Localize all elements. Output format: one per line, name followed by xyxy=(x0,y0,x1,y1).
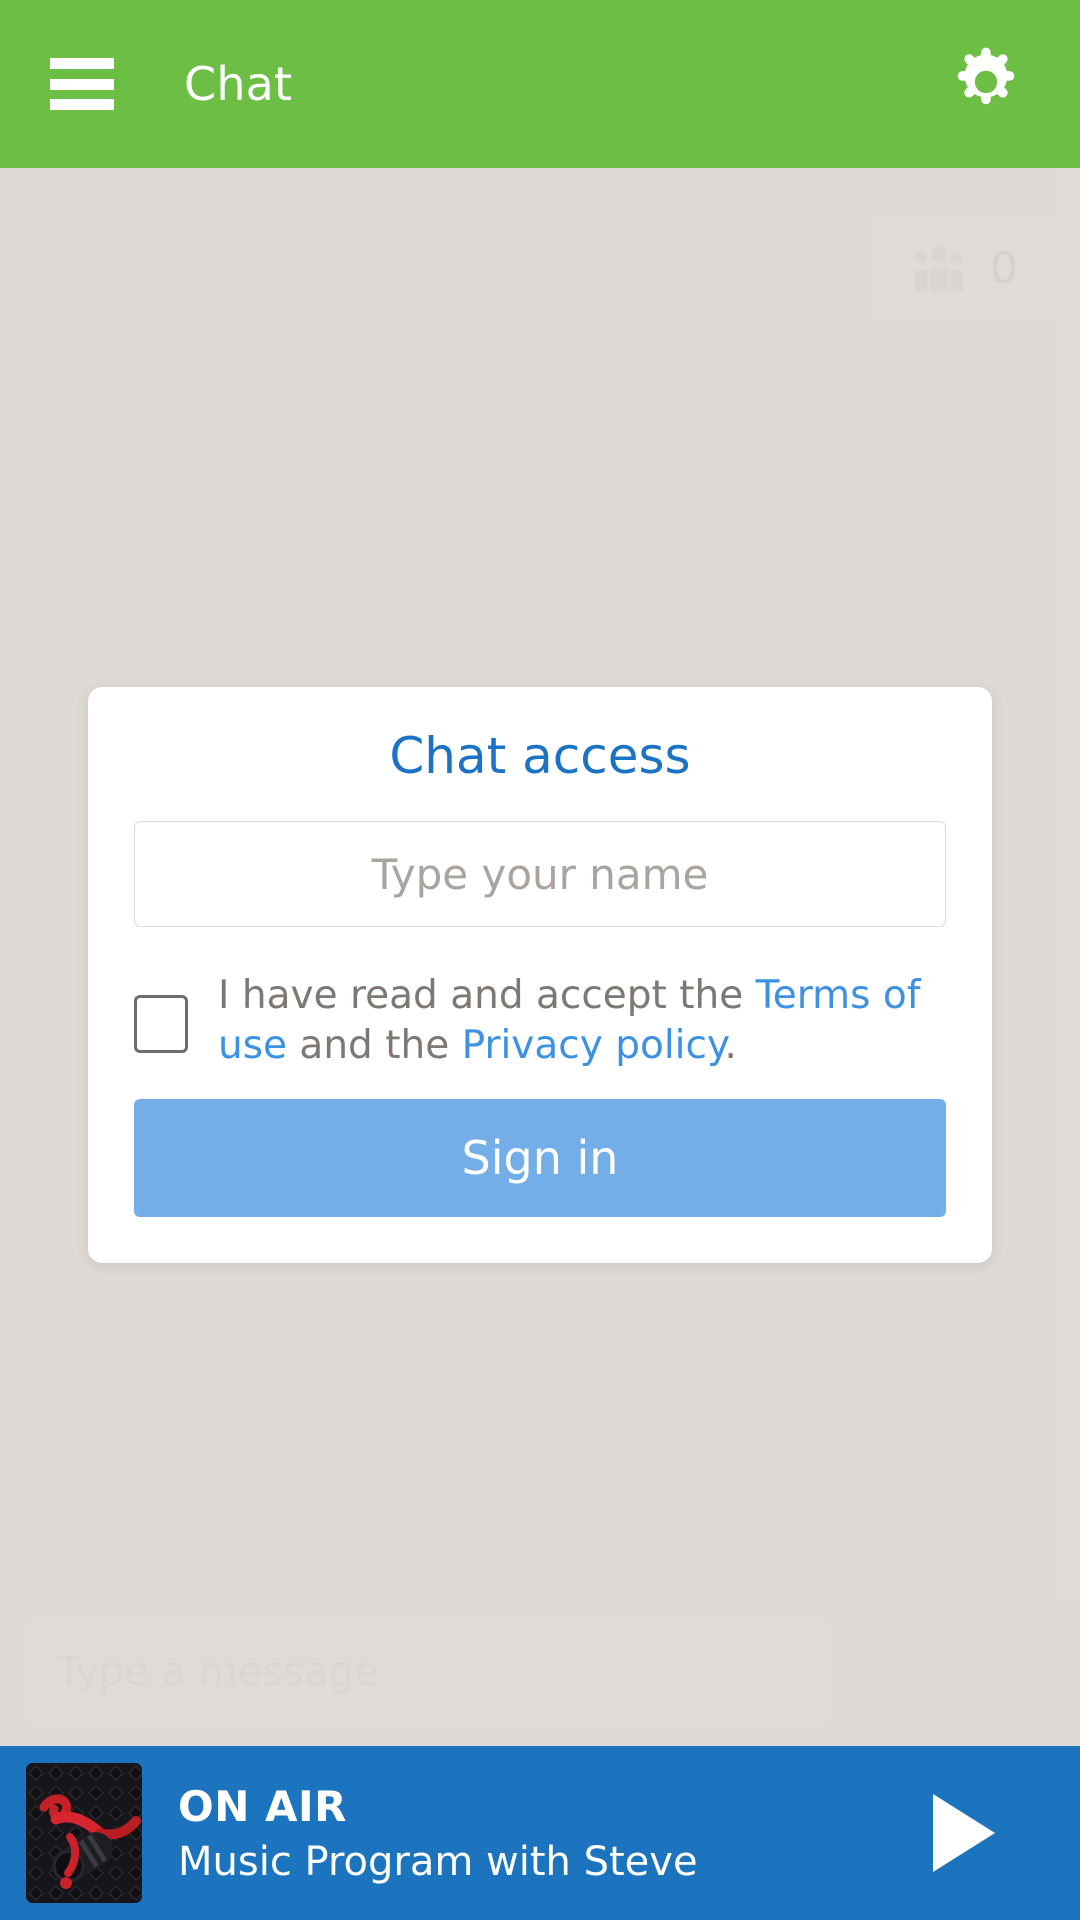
terms-label: I have read and accept the Terms of use … xyxy=(218,967,946,1071)
chat-access-dialog: Chat access I have read and accept the T… xyxy=(88,687,992,1263)
player-bar[interactable]: ON AIR Music Program with Steve xyxy=(0,1746,1080,1920)
gear-glyph xyxy=(957,47,1015,105)
hamburger-bar xyxy=(50,99,114,110)
hamburger-menu-icon[interactable] xyxy=(50,58,114,110)
thumbnail-artwork xyxy=(26,1763,142,1903)
red-microphone-thumbnail xyxy=(26,1763,142,1903)
play-glyph xyxy=(933,1794,995,1872)
terms-checkbox[interactable] xyxy=(134,995,188,1053)
dialog-title: Chat access xyxy=(389,727,691,785)
hamburger-bar xyxy=(50,78,114,90)
terms-acceptance-row: I have read and accept the Terms of use … xyxy=(134,967,946,1071)
page-title: Chat xyxy=(184,57,293,111)
terms-suffix: . xyxy=(724,1022,737,1068)
player-info: ON AIR Music Program with Steve xyxy=(178,1782,698,1885)
chat-screen: Chat 0 SEND xyxy=(0,0,1080,1920)
sign-in-button[interactable]: Sign in xyxy=(134,1098,946,1217)
on-air-status: ON AIR xyxy=(178,1781,347,1831)
terms-middle: and the xyxy=(287,1022,462,1068)
hamburger-bar xyxy=(50,58,114,69)
play-icon[interactable] xyxy=(918,1788,1008,1878)
terms-prefix: I have read and accept the xyxy=(218,973,756,1018)
privacy-policy-link[interactable]: Privacy policy xyxy=(462,1023,725,1068)
name-input[interactable] xyxy=(134,821,946,927)
gear-icon[interactable] xyxy=(940,38,1032,130)
app-header: Chat xyxy=(0,0,1080,168)
program-name: Music Program with Steve xyxy=(178,1838,698,1885)
